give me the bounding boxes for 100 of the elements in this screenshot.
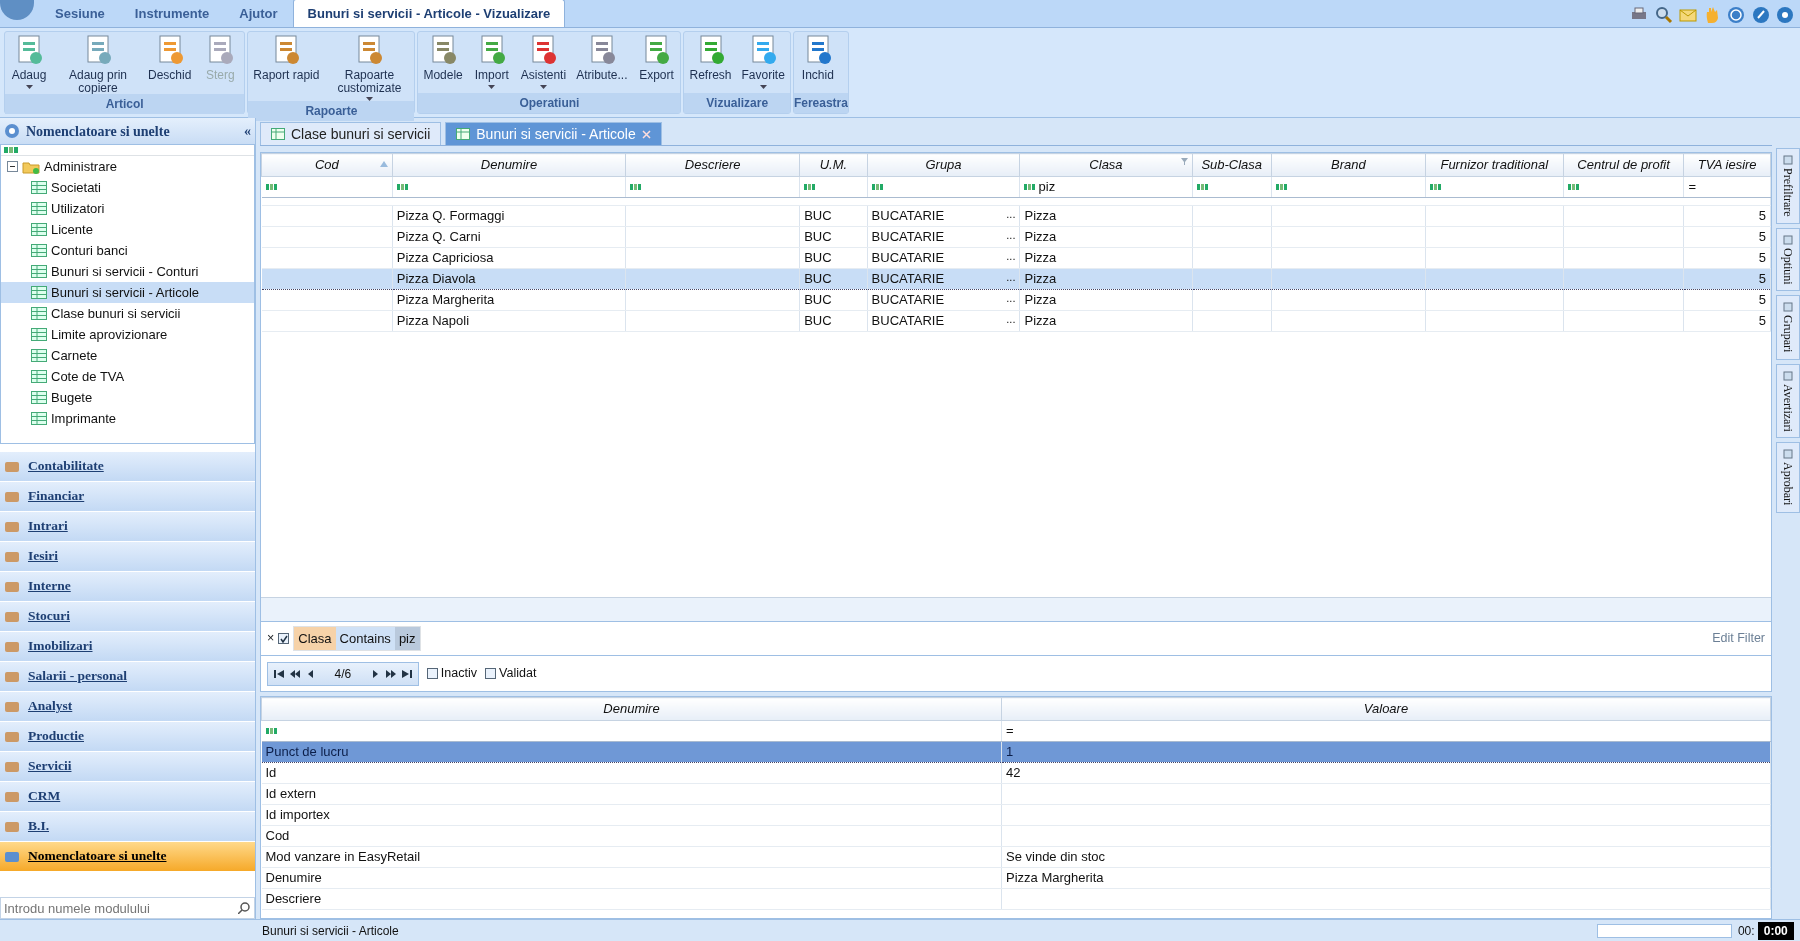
tree-item[interactable]: Bunuri si servicii - Articole [1,282,254,303]
column-header[interactable]: Brand [1271,153,1426,176]
ribbon-button[interactable]: Export [632,34,681,82]
property-row[interactable]: Mod vanzare in EasyRetail Se vinde din stoc [261,846,1771,867]
table-cell: BUCATARIE [871,291,945,307]
edit-filter-link[interactable]: Edit Filter [1712,629,1765,648]
property-row[interactable]: Descriere [261,888,1771,909]
module-item[interactable]: Intrari [0,512,255,542]
ellipsis-button[interactable]: ... [1006,247,1016,265]
table-row[interactable]: Pizza Napoli BUC BUCATARIE ... Pizza 5 [261,310,1771,331]
tree-item[interactable]: Utilizatori [1,198,254,219]
module-item[interactable]: Iesiri [0,542,255,572]
module-item[interactable]: Servicii [0,752,255,782]
ellipsis-button[interactable]: ... [1006,310,1016,328]
column-header[interactable]: Valoare [1001,697,1771,720]
property-row[interactable]: Id importex [261,804,1771,825]
document-tab[interactable]: Clase bunuri si servicii [260,122,442,145]
ellipsis-button[interactable]: ... [1006,226,1016,244]
side-tab[interactable]: Prefiltrare [1776,148,1800,224]
tree-item[interactable]: Carnete [1,345,254,366]
menu-tab[interactable]: Ajutor [224,0,293,27]
tree-item[interactable]: Clase bunuri si servicii [1,303,254,324]
side-tab[interactable]: Optiuni [1776,227,1800,292]
module-item[interactable]: Imobilizari [0,632,255,662]
toolbar-button[interactable] [1654,5,1673,24]
column-header[interactable]: Cod [261,153,393,176]
ribbon-button[interactable]: Raport rapid [248,34,325,82]
menu-tab[interactable]: Bunuri si servicii - Articole - Vizualizare [292,0,566,27]
group-title: Articol [5,94,245,115]
side-tab[interactable]: Grupari [1776,295,1800,360]
ribbon-button[interactable]: Favorite [736,34,790,89]
module-item[interactable]: Productie [0,722,255,752]
module-item[interactable]: Financiar [0,482,255,512]
module-item[interactable]: Stocuri [0,602,255,632]
checkbox[interactable]: Inactiv [426,664,477,683]
table-cell: BUCATARIE [871,228,945,244]
filter-token[interactable]: piz [394,626,420,651]
collapse-button[interactable]: « [244,120,251,142]
ribbon-button[interactable]: Deschid [143,34,197,82]
app-menu-button[interactable] [0,0,34,20]
module-item[interactable]: CRM [0,782,255,812]
column-header[interactable]: Descriere [625,153,800,176]
side-tab[interactable]: Aprobari [1776,442,1800,513]
column-header[interactable]: Clasa [1020,153,1192,176]
column-header[interactable]: Furnizor traditional [1425,153,1564,176]
menu-tab[interactable]: Instrumente [119,0,225,27]
column-header[interactable]: Centrul de profit [1563,153,1684,176]
tree-item[interactable]: Administrare [1,156,254,177]
tree-item[interactable]: Societati [1,177,254,198]
ribbon-button[interactable]: Atribute... [571,34,633,82]
property-row[interactable]: Id 42 [261,762,1771,783]
module-item[interactable]: Analyst [0,692,255,722]
ribbon-button[interactable]: Rapoarte customizate [324,34,415,102]
property-row[interactable]: Cod [261,825,1771,846]
clear-filter-button[interactable]: × [267,629,275,648]
tree-item[interactable]: Cote de TVA [1,366,254,387]
tree-item[interactable]: Bunuri si servicii - Conturi [1,261,254,282]
filter-token[interactable]: Contains [335,626,395,651]
tree-item[interactable]: Imprimante [1,408,254,429]
filter-token[interactable]: Clasa [294,626,336,651]
checkbox[interactable]: Validat [484,664,537,683]
ribbon-button[interactable]: Inchid [793,34,842,82]
ellipsis-button[interactable]: ... [1006,268,1016,286]
ribbon-button[interactable]: Modele [418,34,468,82]
ribbon-button[interactable]: Adaug prin copiere [53,34,143,95]
column-header[interactable]: U.M. [799,153,868,176]
search-field[interactable]: Introdu numele modulului [0,897,255,919]
tree-item[interactable]: Bugete [1,387,254,408]
side-tab[interactable]: Avertizari [1776,363,1800,439]
tree-item[interactable]: Licente [1,219,254,240]
filter-operator: = [1688,177,1696,196]
property-row[interactable]: Id extern [261,783,1771,804]
menu-tab[interactable]: Sesiune [40,0,120,27]
module-item[interactable]: Interne [0,572,255,602]
column-header[interactable]: TVA iesire [1683,153,1771,176]
column-header[interactable]: Grupa [867,153,1020,176]
tree-item[interactable]: Limite aprovizionare [1,324,254,345]
ribbon-button[interactable]: Adaug [5,34,53,89]
module-item[interactable]: Contabilitate [0,452,255,482]
tree-item[interactable]: Conturi banci [1,240,254,261]
ellipsis-button[interactable]: ... [1006,289,1016,307]
column-header[interactable]: Denumire [261,697,1002,720]
module-item[interactable]: Salarii - personal [0,662,255,692]
ribbon-button[interactable]: Import [467,34,516,89]
caret-icon [25,84,33,89]
column-header[interactable]: Denumire [392,153,626,176]
ribbon-button[interactable]: Refresh [684,34,737,82]
ribbon-button[interactable]: Asistenti [515,34,572,89]
property-row[interactable]: Denumire Pizza Margherita [261,867,1771,888]
table-row[interactable]: Pizza Margherita BUC BUCATARIE ... Pizza 5 [261,289,1771,310]
table-row[interactable]: Pizza Capriciosa BUC BUCATARIE ... Pizza 5 [261,247,1771,268]
table-row[interactable]: Pizza Diavola BUC BUCATARIE ... Pizza 5 [261,268,1771,289]
table-row[interactable]: Pizza Q. Carni BUC BUCATARIE ... Pizza 5 [261,226,1771,247]
column-header[interactable]: Sub-Clasa [1192,153,1272,176]
filter-checkbox[interactable] [278,633,290,644]
filter-icon [871,182,883,191]
ellipsis-button[interactable]: ... [1006,205,1016,223]
module-item[interactable]: B.I. [0,812,255,842]
module-item[interactable]: Nomenclatoare si unelte [0,842,255,872]
table-row[interactable]: Pizza Q. Formaggi BUC BUCATARIE ... Pizza 5 [261,205,1771,226]
